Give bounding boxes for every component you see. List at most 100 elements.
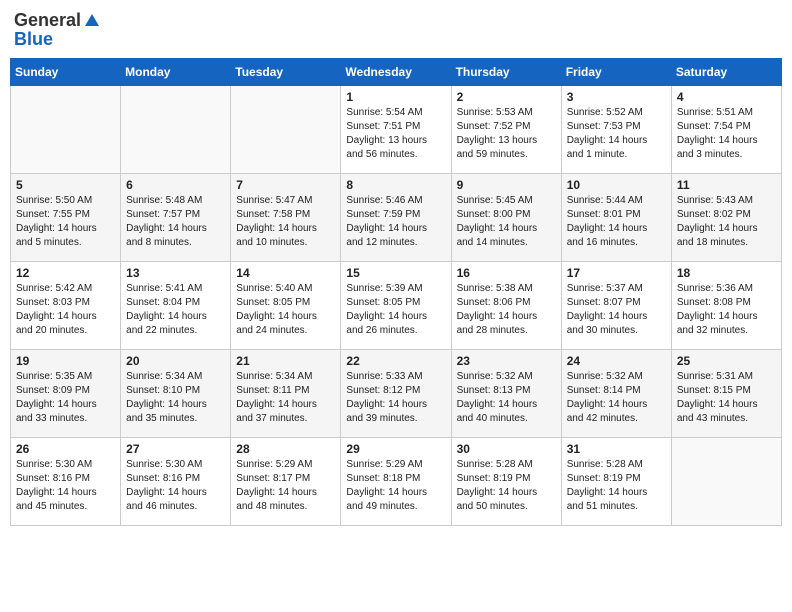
header-day-sunday: Sunday	[11, 59, 121, 86]
day-number: 12	[16, 266, 115, 280]
calendar-cell	[121, 86, 231, 174]
header-day-wednesday: Wednesday	[341, 59, 451, 86]
day-number: 1	[346, 90, 445, 104]
day-info: Sunrise: 5:45 AM Sunset: 8:00 PM Dayligh…	[457, 194, 556, 250]
day-info: Sunrise: 5:34 AM Sunset: 8:11 PM Dayligh…	[236, 370, 335, 426]
day-number: 5	[16, 178, 115, 192]
calendar-cell: 25 Sunrise: 5:31 AM Sunset: 8:15 PM Dayli…	[671, 350, 781, 438]
calendar-cell: 18 Sunrise: 5:36 AM Sunset: 8:08 PM Dayli…	[671, 262, 781, 350]
day-number: 15	[346, 266, 445, 280]
day-number: 30	[457, 442, 556, 456]
calendar-cell: 16 Sunrise: 5:38 AM Sunset: 8:06 PM Dayli…	[451, 262, 561, 350]
calendar-cell: 17Sunrise: 5:37 AM Sunset: 8:07 PM Dayli…	[561, 262, 671, 350]
day-number: 31	[567, 442, 666, 456]
day-number: 7	[236, 178, 335, 192]
day-info: Sunrise: 5:46 AM Sunset: 7:59 PM Dayligh…	[346, 194, 445, 250]
day-number: 9	[457, 178, 556, 192]
calendar-cell: 7 Sunrise: 5:47 AM Sunset: 7:58 PM Daylig…	[231, 174, 341, 262]
logo: General Blue	[14, 10, 101, 50]
day-info: Sunrise: 5:36 AM Sunset: 8:08 PM Dayligh…	[677, 282, 776, 338]
calendar-cell: 15 Sunrise: 5:39 AM Sunset: 8:05 PM Dayli…	[341, 262, 451, 350]
day-info: Sunrise: 5:30 AM Sunset: 8:16 PM Dayligh…	[16, 458, 115, 514]
day-number: 29	[346, 442, 445, 456]
calendar-cell: 20 Sunrise: 5:34 AM Sunset: 8:10 PM Dayli…	[121, 350, 231, 438]
day-number: 14	[236, 266, 335, 280]
calendar-cell: 21 Sunrise: 5:34 AM Sunset: 8:11 PM Dayli…	[231, 350, 341, 438]
day-info: Sunrise: 5:28 AM Sunset: 8:19 PM Dayligh…	[567, 458, 666, 514]
day-info: Sunrise: 5:31 AM Sunset: 8:15 PM Dayligh…	[677, 370, 776, 426]
day-number: 8	[346, 178, 445, 192]
header-day-thursday: Thursday	[451, 59, 561, 86]
day-info: Sunrise: 5:30 AM Sunset: 8:16 PM Dayligh…	[126, 458, 225, 514]
day-info: Sunrise: 5:48 AM Sunset: 7:57 PM Dayligh…	[126, 194, 225, 250]
calendar-cell: 23 Sunrise: 5:32 AM Sunset: 8:13 PM Dayli…	[451, 350, 561, 438]
calendar-week-2: 5 Sunrise: 5:50 AM Sunset: 7:55 PM Daylig…	[11, 174, 782, 262]
calendar-header-row: SundayMondayTuesdayWednesdayThursdayFrid…	[11, 59, 782, 86]
day-number: 19	[16, 354, 115, 368]
calendar-cell: 9 Sunrise: 5:45 AM Sunset: 8:00 PM Daylig…	[451, 174, 561, 262]
day-info: Sunrise: 5:52 AM Sunset: 7:53 PM Dayligh…	[567, 106, 666, 162]
calendar-cell	[11, 86, 121, 174]
day-info: Sunrise: 5:44 AM Sunset: 8:01 PM Dayligh…	[567, 194, 666, 250]
calendar-cell: 29 Sunrise: 5:29 AM Sunset: 8:18 PM Dayli…	[341, 438, 451, 526]
calendar-week-3: 12 Sunrise: 5:42 AM Sunset: 8:03 PM Dayli…	[11, 262, 782, 350]
calendar-table: SundayMondayTuesdayWednesdayThursdayFrid…	[10, 58, 782, 526]
logo-general-text: General	[14, 10, 81, 31]
day-number: 4	[677, 90, 776, 104]
calendar-week-4: 19Sunrise: 5:35 AM Sunset: 8:09 PM Dayli…	[11, 350, 782, 438]
calendar-cell: 19Sunrise: 5:35 AM Sunset: 8:09 PM Dayli…	[11, 350, 121, 438]
day-number: 6	[126, 178, 225, 192]
header-day-saturday: Saturday	[671, 59, 781, 86]
day-info: Sunrise: 5:53 AM Sunset: 7:52 PM Dayligh…	[457, 106, 556, 162]
calendar-week-5: 26Sunrise: 5:30 AM Sunset: 8:16 PM Dayli…	[11, 438, 782, 526]
calendar-cell: 11 Sunrise: 5:43 AM Sunset: 8:02 PM Dayli…	[671, 174, 781, 262]
day-number: 18	[677, 266, 776, 280]
calendar-cell: 1 Sunrise: 5:54 AM Sunset: 7:51 PM Daylig…	[341, 86, 451, 174]
day-info: Sunrise: 5:37 AM Sunset: 8:07 PM Dayligh…	[567, 282, 666, 338]
day-number: 28	[236, 442, 335, 456]
day-info: Sunrise: 5:41 AM Sunset: 8:04 PM Dayligh…	[126, 282, 225, 338]
day-number: 20	[126, 354, 225, 368]
calendar-cell: 14Sunrise: 5:40 AM Sunset: 8:05 PM Dayli…	[231, 262, 341, 350]
day-info: Sunrise: 5:34 AM Sunset: 8:10 PM Dayligh…	[126, 370, 225, 426]
day-number: 11	[677, 178, 776, 192]
day-info: Sunrise: 5:47 AM Sunset: 7:58 PM Dayligh…	[236, 194, 335, 250]
day-info: Sunrise: 5:39 AM Sunset: 8:05 PM Dayligh…	[346, 282, 445, 338]
day-info: Sunrise: 5:54 AM Sunset: 7:51 PM Dayligh…	[346, 106, 445, 162]
calendar-cell: 2 Sunrise: 5:53 AM Sunset: 7:52 PM Daylig…	[451, 86, 561, 174]
calendar-cell: 5 Sunrise: 5:50 AM Sunset: 7:55 PM Daylig…	[11, 174, 121, 262]
day-info: Sunrise: 5:29 AM Sunset: 8:17 PM Dayligh…	[236, 458, 335, 514]
day-info: Sunrise: 5:42 AM Sunset: 8:03 PM Dayligh…	[16, 282, 115, 338]
day-number: 21	[236, 354, 335, 368]
calendar-cell: 26Sunrise: 5:30 AM Sunset: 8:16 PM Dayli…	[11, 438, 121, 526]
header-day-monday: Monday	[121, 59, 231, 86]
calendar-cell: 24Sunrise: 5:32 AM Sunset: 8:14 PM Dayli…	[561, 350, 671, 438]
day-number: 22	[346, 354, 445, 368]
day-number: 23	[457, 354, 556, 368]
calendar-cell	[231, 86, 341, 174]
day-number: 25	[677, 354, 776, 368]
day-info: Sunrise: 5:51 AM Sunset: 7:54 PM Dayligh…	[677, 106, 776, 162]
calendar-cell: 10 Sunrise: 5:44 AM Sunset: 8:01 PM Dayli…	[561, 174, 671, 262]
day-info: Sunrise: 5:29 AM Sunset: 8:18 PM Dayligh…	[346, 458, 445, 514]
calendar-cell: 4 Sunrise: 5:51 AM Sunset: 7:54 PM Daylig…	[671, 86, 781, 174]
logo-icon	[83, 12, 101, 30]
day-number: 27	[126, 442, 225, 456]
day-info: Sunrise: 5:32 AM Sunset: 8:13 PM Dayligh…	[457, 370, 556, 426]
logo-blue-text: Blue	[14, 29, 53, 50]
header-day-tuesday: Tuesday	[231, 59, 341, 86]
day-number: 24	[567, 354, 666, 368]
day-info: Sunrise: 5:43 AM Sunset: 8:02 PM Dayligh…	[677, 194, 776, 250]
calendar-cell: 30Sunrise: 5:28 AM Sunset: 8:19 PM Dayli…	[451, 438, 561, 526]
day-info: Sunrise: 5:38 AM Sunset: 8:06 PM Dayligh…	[457, 282, 556, 338]
day-number: 16	[457, 266, 556, 280]
day-number: 2	[457, 90, 556, 104]
day-number: 10	[567, 178, 666, 192]
page-header: General Blue	[10, 10, 782, 50]
calendar-cell: 6 Sunrise: 5:48 AM Sunset: 7:57 PM Daylig…	[121, 174, 231, 262]
day-info: Sunrise: 5:50 AM Sunset: 7:55 PM Dayligh…	[16, 194, 115, 250]
calendar-cell: 31 Sunrise: 5:28 AM Sunset: 8:19 PM Dayli…	[561, 438, 671, 526]
calendar-cell: 3Sunrise: 5:52 AM Sunset: 7:53 PM Daylig…	[561, 86, 671, 174]
calendar-cell: 28 Sunrise: 5:29 AM Sunset: 8:17 PM Dayli…	[231, 438, 341, 526]
calendar-cell	[671, 438, 781, 526]
